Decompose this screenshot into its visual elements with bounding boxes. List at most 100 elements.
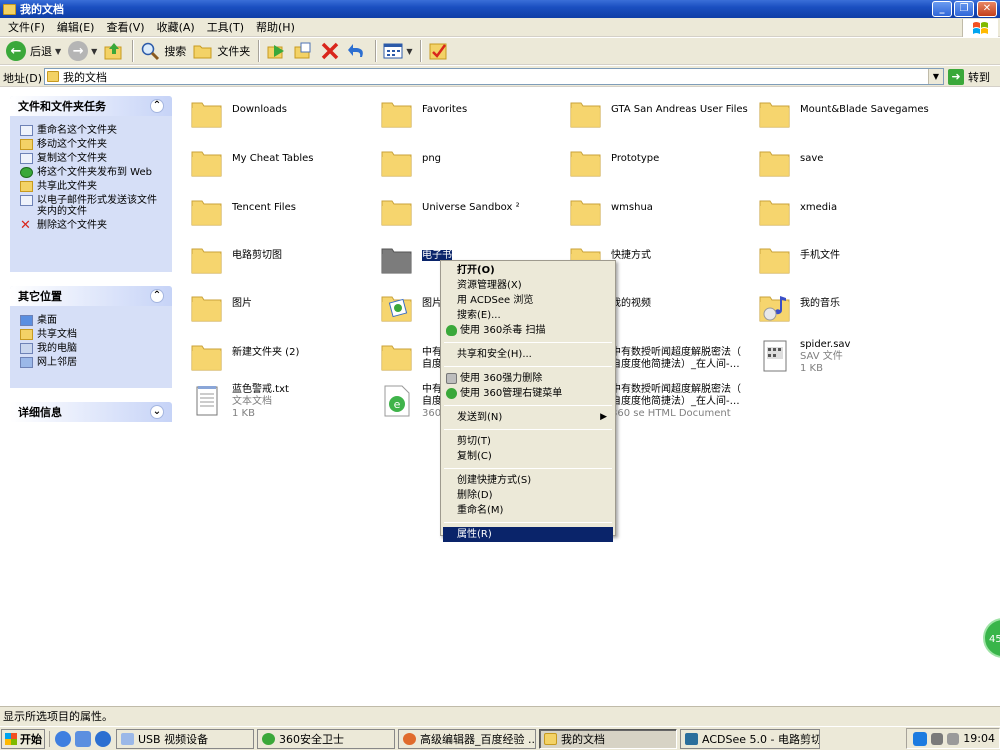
menu-tools[interactable]: 工具(T)	[201, 18, 250, 37]
place-shared-docs[interactable]: 共享文档	[20, 329, 166, 340]
menu-scan-360[interactable]: 使用 360杀毒 扫描	[443, 323, 613, 338]
menu-properties[interactable]: 属性(R)	[443, 527, 613, 542]
menu-file[interactable]: 文件(F)	[2, 18, 51, 37]
title-bar[interactable]: 我的文档 _ ❐ ✕	[0, 0, 1000, 18]
copy-to-button[interactable]	[290, 39, 316, 63]
menu-copy[interactable]: 复制(C)	[443, 449, 613, 464]
menu-explorer[interactable]: 资源管理器(X)	[443, 278, 613, 293]
menu-cut[interactable]: 剪切(T)	[443, 434, 613, 449]
task-email-files[interactable]: 以电子邮件形式发送该文件夹内的文件	[20, 195, 166, 217]
other-places-header[interactable]: 其它位置 ⌃	[10, 286, 172, 306]
task-copy-folder[interactable]: 复制这个文件夹	[20, 153, 166, 164]
item-label: xmedia	[800, 194, 837, 214]
folder-item[interactable]: Downloads	[190, 96, 375, 130]
menu-share-security[interactable]: 共享和安全(H)...	[443, 347, 613, 362]
menu-search[interactable]: 搜索(E)...	[443, 308, 613, 323]
folder-item[interactable]: 新建文件夹 (2)	[190, 339, 375, 373]
properties-button[interactable]	[425, 39, 451, 63]
task-editor[interactable]: 高级编辑器_百度经验 ...	[398, 728, 536, 749]
up-folder-button[interactable]	[101, 39, 127, 63]
folder-item[interactable]: GTA San Andreas User Files	[569, 96, 754, 130]
search-button[interactable]: 搜索	[137, 39, 189, 63]
menu-delete[interactable]: 删除(D)	[443, 488, 613, 503]
folder-item[interactable]: Favorites	[380, 96, 565, 130]
folder-item[interactable]: Universe Sandbox ²	[380, 194, 565, 228]
task-acdsee[interactable]: ACDSee 5.0 - 电路剪切图	[680, 728, 820, 749]
tray-icon[interactable]	[947, 732, 959, 745]
task-publish-web[interactable]: 将这个文件夹发布到 Web	[20, 167, 166, 178]
browser-icon[interactable]	[95, 730, 111, 747]
folder-icon	[190, 242, 224, 276]
menu-rename[interactable]: 重命名(M)	[443, 503, 613, 518]
task-360[interactable]: 360安全卫士	[257, 728, 395, 749]
folder-item[interactable]: Tencent Files	[190, 194, 375, 228]
task-rename-folder[interactable]: 重命名这个文件夹	[20, 125, 166, 136]
back-button[interactable]: ← 后退 ▼	[3, 39, 64, 63]
menu-favorites[interactable]: 收藏(A)	[151, 18, 201, 37]
expand-chevron-icon[interactable]: ⌄	[150, 405, 164, 419]
item-label: Favorites	[422, 96, 467, 116]
file-tasks-header[interactable]: 文件和文件夹任务 ⌃	[10, 96, 172, 116]
collapse-chevron-icon[interactable]: ⌃	[150, 289, 164, 303]
window-title: 我的文档	[20, 3, 64, 16]
task-move-folder[interactable]: 移动这个文件夹	[20, 139, 166, 150]
document-icon	[758, 339, 792, 373]
undo-button[interactable]	[344, 39, 370, 63]
desktop-icon[interactable]	[75, 730, 91, 747]
menu-edit[interactable]: 编辑(E)	[51, 18, 101, 37]
chevron-down-icon[interactable]: ▼	[55, 47, 61, 56]
minimize-button[interactable]: _	[932, 1, 952, 17]
item-size: 1 KB	[800, 363, 823, 374]
folder-item[interactable]: 手机文件	[758, 242, 943, 276]
menu-manage-360[interactable]: 使用 360管理右键菜单	[443, 386, 613, 401]
menu-acdsee[interactable]: 用 ACDSee 浏览	[443, 293, 613, 308]
chevron-down-icon[interactable]: ▼	[928, 69, 943, 84]
start-button[interactable]: 开始	[1, 728, 45, 749]
item-label: 快捷方式	[611, 242, 651, 262]
firefox-icon	[403, 732, 416, 745]
maximize-button[interactable]: ❐	[954, 1, 974, 17]
file-item[interactable]: spider.sav SAV 文件 1 KB	[758, 339, 943, 375]
qq-icon[interactable]	[913, 731, 927, 746]
chevron-down-icon[interactable]: ▼	[91, 47, 97, 56]
collapse-chevron-icon[interactable]: ⌃	[150, 99, 164, 113]
move-to-button[interactable]	[263, 39, 289, 63]
views-button[interactable]: ▼	[380, 39, 415, 63]
task-delete-folder[interactable]: ✕ 删除这个文件夹	[20, 219, 166, 232]
folder-item[interactable]: wmshua	[569, 194, 754, 228]
ie-icon[interactable]	[55, 730, 71, 747]
folder-item[interactable]: 图片	[190, 290, 375, 324]
folder-item[interactable]: 电路剪切图	[190, 242, 375, 276]
item-label: Downloads	[232, 96, 287, 116]
menu-view[interactable]: 查看(V)	[100, 18, 150, 37]
folder-item[interactable]: 我的音乐	[758, 290, 943, 324]
tray-icon[interactable]	[931, 732, 943, 745]
folder-item[interactable]: My Cheat Tables	[190, 145, 375, 179]
folder-item[interactable]: Prototype	[569, 145, 754, 179]
close-button[interactable]: ✕	[977, 1, 997, 17]
folder-item[interactable]: save	[758, 145, 943, 179]
place-desktop[interactable]: 桌面	[20, 315, 166, 326]
menu-shred-360[interactable]: 使用 360强力删除	[443, 371, 613, 386]
delete-button[interactable]	[317, 39, 343, 63]
menu-send-to[interactable]: 发送到(N) ▶	[443, 410, 613, 425]
menu-help[interactable]: 帮助(H)	[250, 18, 301, 37]
address-input[interactable]: 我的文档 ▼	[44, 68, 944, 85]
folder-item[interactable]: xmedia	[758, 194, 943, 228]
details-header[interactable]: 详细信息 ⌄	[10, 402, 172, 422]
task-usb-video[interactable]: USB 视频设备	[116, 728, 254, 749]
file-item[interactable]: 蓝色警戒.txt 文本文档 1 KB	[190, 384, 375, 420]
place-network[interactable]: 网上邻居	[20, 357, 166, 368]
folder-icon	[190, 339, 224, 373]
menu-open[interactable]: 打开(O)	[443, 263, 613, 278]
forward-button[interactable]: → ▼	[65, 39, 100, 63]
place-my-computer[interactable]: 我的电脑	[20, 343, 166, 354]
chevron-down-icon[interactable]: ▼	[406, 47, 412, 56]
folder-item[interactable]: png	[380, 145, 565, 179]
folder-item[interactable]: Mount&Blade Savegames	[758, 96, 943, 130]
task-my-documents[interactable]: 我的文档	[539, 728, 677, 749]
menu-create-shortcut[interactable]: 创建快捷方式(S)	[443, 473, 613, 488]
go-button[interactable]: ➜ 转到	[948, 68, 990, 85]
folders-button[interactable]: 文件夹	[190, 39, 253, 63]
task-share-folder[interactable]: 共享此文件夹	[20, 181, 166, 192]
